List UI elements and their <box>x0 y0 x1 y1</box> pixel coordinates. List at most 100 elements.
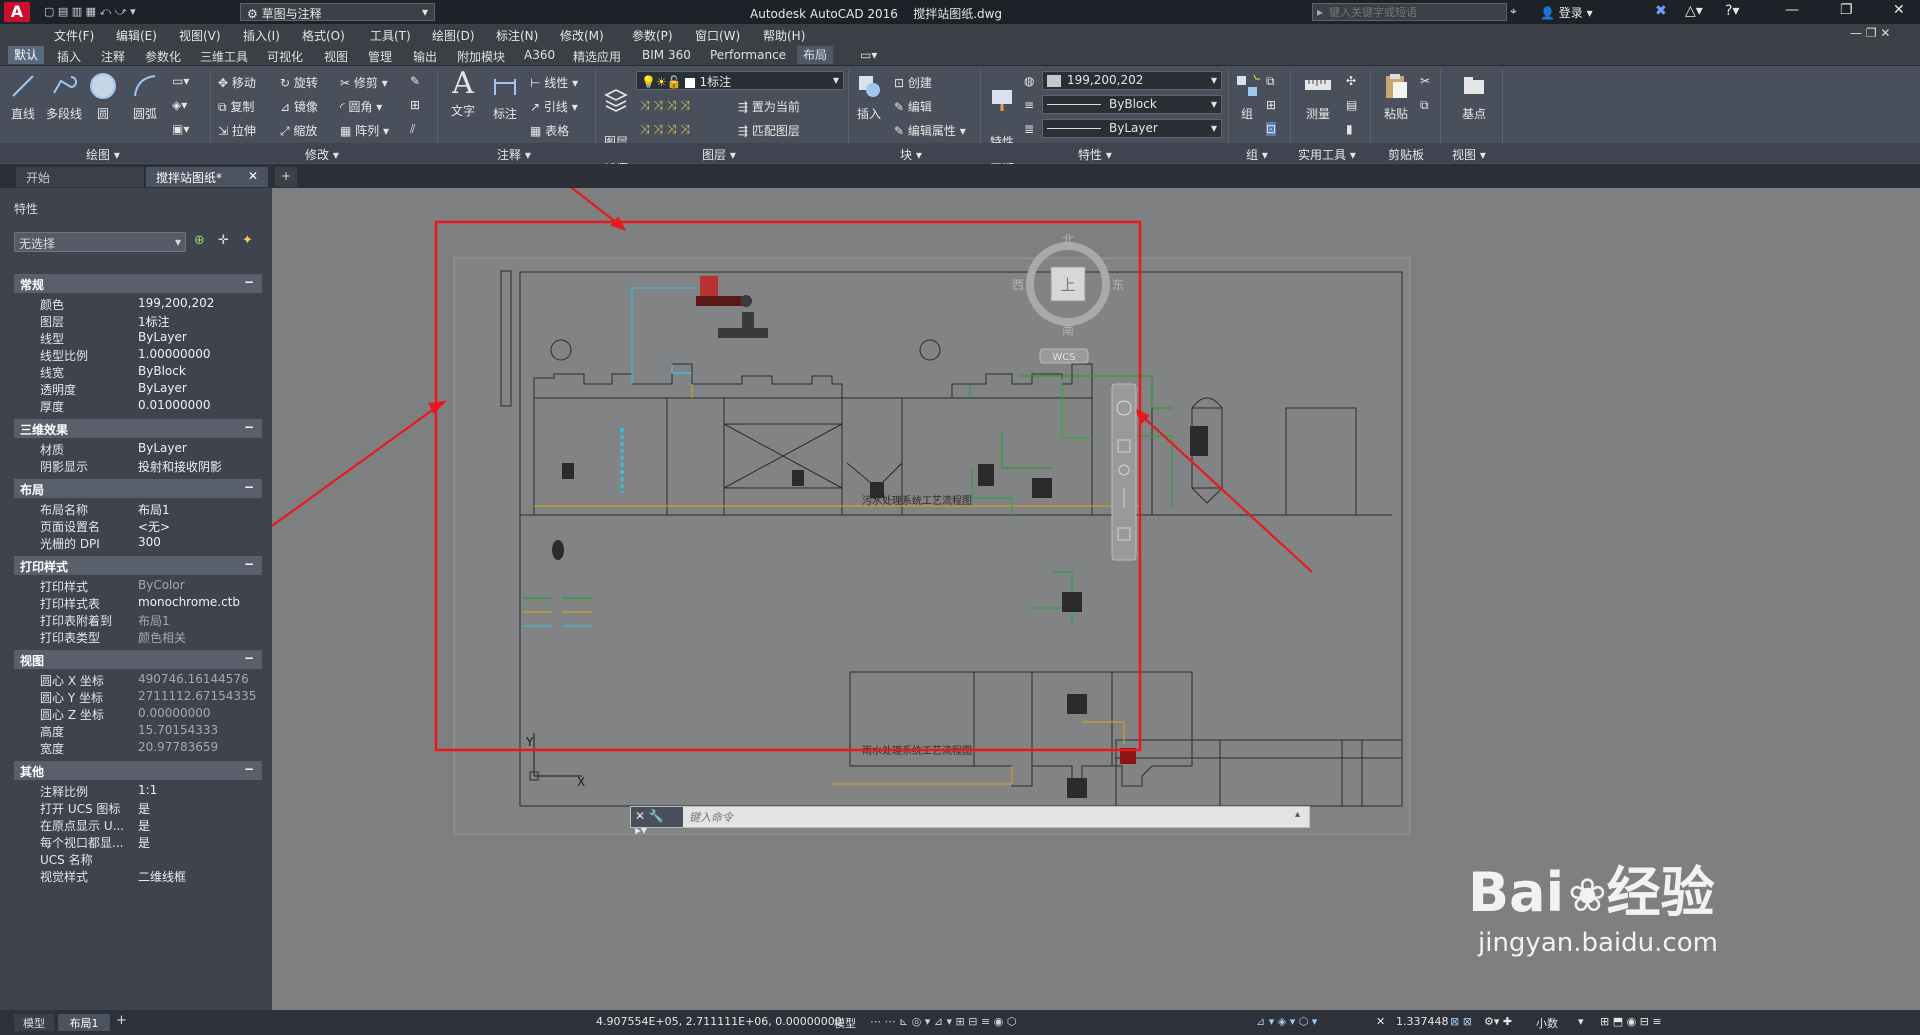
annotation-visibility-icon[interactable]: ⊠ ⊠ <box>1450 1015 1472 1028</box>
property-row[interactable]: 线型 ByLayer <box>14 330 262 347</box>
help-icon[interactable]: ?▾ <box>1725 3 1739 19</box>
make-current-tool[interactable]: ⇶ 置为当前 <box>738 98 800 115</box>
property-row[interactable]: 线型比例 1.00000000 <box>14 347 262 364</box>
doc-window-controls[interactable]: — ❐ ✕ <box>1850 26 1890 40</box>
restore-button[interactable]: ❐ <box>1840 2 1853 18</box>
tab-3d-tools[interactable]: 三维工具 <box>200 48 248 65</box>
collapse-icon[interactable]: − <box>244 480 254 494</box>
layers-panel-title[interactable]: 图层 ▾ <box>702 146 736 163</box>
utilities-panel-title[interactable]: 实用工具 ▾ <box>1298 146 1356 163</box>
tab-a360[interactable]: A360 <box>524 48 555 62</box>
insert-block-tool[interactable]: 插入 <box>852 71 886 122</box>
add-layout-button[interactable]: + <box>116 1013 127 1028</box>
property-row[interactable]: 圆心 Z 坐标 0.00000000 <box>14 706 262 723</box>
arc-tool[interactable]: 圆弧 <box>128 71 162 122</box>
model-space-button[interactable]: 模型 <box>834 1015 856 1031</box>
menu-view[interactable]: 视图(V) <box>179 27 221 44</box>
menu-file[interactable]: 文件(F) <box>54 27 94 44</box>
group-tool[interactable]: 组 <box>1232 71 1262 122</box>
property-row[interactable]: 颜色 199,200,202 <box>14 296 262 313</box>
search-input[interactable] <box>1329 5 1499 19</box>
property-row[interactable]: 圆心 Y 坐标 2711112.67154335 <box>14 689 262 706</box>
login-button[interactable]: 👤 登录 ▾ <box>1540 4 1593 21</box>
copy-clip-icon[interactable]: ⧉ <box>1420 98 1429 113</box>
menu-edit[interactable]: 编辑(E) <box>116 27 157 44</box>
minimize-button[interactable]: — <box>1785 2 1799 18</box>
paste-tool[interactable]: 粘贴 <box>1378 71 1414 122</box>
lineweight-select[interactable]: ByLayer ▾ <box>1042 119 1222 138</box>
tab-model[interactable]: 模型 <box>14 1014 54 1031</box>
ribbon-options-icon[interactable]: ▭▾ <box>860 48 877 62</box>
tab-home[interactable]: 默认 <box>8 46 45 64</box>
section-header[interactable]: 其他 − <box>14 761 262 780</box>
tab-layout1[interactable]: 布局1 <box>58 1014 110 1031</box>
polyline-tool[interactable]: 多段线 <box>42 71 86 122</box>
lineweight-icon[interactable]: ≣ <box>1024 122 1034 136</box>
tab-insert[interactable]: 插入 <box>57 48 81 65</box>
property-row[interactable]: 打印样式表 monochrome.ctb <box>14 595 262 612</box>
new-tab-button[interactable]: + <box>275 167 297 187</box>
tab-output[interactable]: 输出 <box>413 48 437 65</box>
layer-tools-row2-icons[interactable]: ⤨ ⤨ ⤨ ⤨ <box>640 122 690 137</box>
linetype-icon[interactable]: ≡ <box>1024 98 1034 112</box>
collapse-icon[interactable]: − <box>244 762 254 776</box>
tab-manage[interactable]: 管理 <box>368 48 392 65</box>
menu-parametric[interactable]: 参数(P) <box>632 27 673 44</box>
id-point-icon[interactable]: ▮ <box>1346 122 1353 136</box>
menu-tools[interactable]: 工具(T) <box>370 27 411 44</box>
section-header[interactable]: 布局 − <box>14 479 262 498</box>
property-row[interactable]: 页面设置名 <无> <box>14 518 262 535</box>
annotation-scale-icon[interactable]: ✕ <box>1376 1015 1385 1028</box>
menu-draw[interactable]: 绘图(D) <box>432 27 475 44</box>
ungroup-icon[interactable]: ⧉ <box>1266 74 1275 89</box>
offset-icon[interactable]: ⫽ <box>410 122 415 137</box>
tab-annotate[interactable]: 注释 <box>101 48 125 65</box>
mirror-tool[interactable]: ⊿ 镜像 <box>280 98 318 115</box>
collapse-icon[interactable]: − <box>244 275 254 289</box>
property-row[interactable]: 材质 ByLayer <box>14 441 262 458</box>
properties-panel-title[interactable]: 特性 ▾ <box>1078 146 1112 163</box>
property-row[interactable]: 厚度 0.01000000 <box>14 398 262 415</box>
tab-drawing[interactable]: 搅拌站图纸* ✕ <box>146 167 268 187</box>
edit-attributes-tool[interactable]: ✎ 编辑属性 ▾ <box>894 122 966 139</box>
calculator-icon[interactable]: ▤ <box>1346 98 1357 112</box>
drawing-canvas[interactable]: 污水处理系统工艺流程图 雨水处理系统工艺流程图 Y X 上 北 南 东 西 WC… <box>272 188 1920 1010</box>
annotation-panel-title[interactable]: 注释 ▾ <box>497 146 531 163</box>
property-row[interactable]: 打印表附着到 布局1 <box>14 612 262 629</box>
move-tool[interactable]: ✥ 移动 <box>218 74 256 91</box>
quick-select-icon[interactable]: ✣ <box>1346 74 1356 88</box>
erase-icon[interactable]: ✎ <box>410 74 420 88</box>
tab-bim360[interactable]: BIM 360 <box>642 48 691 62</box>
section-header[interactable]: 打印样式 − <box>14 556 262 575</box>
fillet-tool[interactable]: ◜ 圆角 ▾ <box>340 98 382 115</box>
menu-window[interactable]: 窗口(W) <box>695 27 740 44</box>
property-row[interactable]: 打开 UCS 图标 是 <box>14 800 262 817</box>
workspace-select[interactable]: ⚙ 草图与注释 ▾ <box>240 3 435 21</box>
units-dropdown-icon[interactable]: ▾ <box>1578 1015 1584 1028</box>
property-row[interactable]: 图层 1标注 <box>14 313 262 330</box>
status-grid-snap-icons[interactable]: ⋯ ⋯ ⊾ ◎ ▾ ⊿ ▾ ⊞ ⊟ ≡ ◉ ⬡ <box>870 1015 1016 1028</box>
rectangle-icon[interactable]: ▭▾ <box>172 74 189 88</box>
tab-start[interactable]: 开始 <box>16 167 144 187</box>
color-wheel-icon[interactable]: ◍ <box>1024 74 1034 88</box>
property-row[interactable]: 打印表类型 颜色相关 <box>14 629 262 646</box>
section-header[interactable]: 视图 − <box>14 650 262 669</box>
menu-modify[interactable]: 修改(M) <box>560 27 604 44</box>
create-block-tool[interactable]: ⊡ 创建 <box>894 74 932 91</box>
groups-panel-title[interactable]: 组 ▾ <box>1246 146 1268 163</box>
circle-tool[interactable]: 圆 <box>88 71 118 122</box>
select-objects-icon[interactable]: ✛ <box>218 233 229 248</box>
tab-addins[interactable]: 附加模块 <box>457 48 505 65</box>
draw-panel-title[interactable]: 绘图 ▾ <box>86 146 120 163</box>
collapse-icon[interactable]: − <box>244 651 254 665</box>
section-header[interactable]: 三维效果 − <box>14 419 262 438</box>
cut-icon[interactable]: ✂ <box>1420 74 1430 88</box>
a360-icon[interactable]: △▾ <box>1685 3 1703 19</box>
layer-select[interactable]: 💡☀🔓 1标注 ▾ <box>636 71 844 90</box>
array-tool[interactable]: ▦ 阵列 ▾ <box>340 122 389 139</box>
status-3d-osnap-icons[interactable]: ⊿ ▾ ◈ ▾ ⬡ ▾ <box>1256 1015 1317 1028</box>
dimension-tool[interactable]: 标注 <box>487 71 523 122</box>
line-tool[interactable]: 直线 <box>6 71 40 122</box>
tab-view[interactable]: 视图 <box>324 48 348 65</box>
property-row[interactable]: UCS 名称 <box>14 851 262 868</box>
